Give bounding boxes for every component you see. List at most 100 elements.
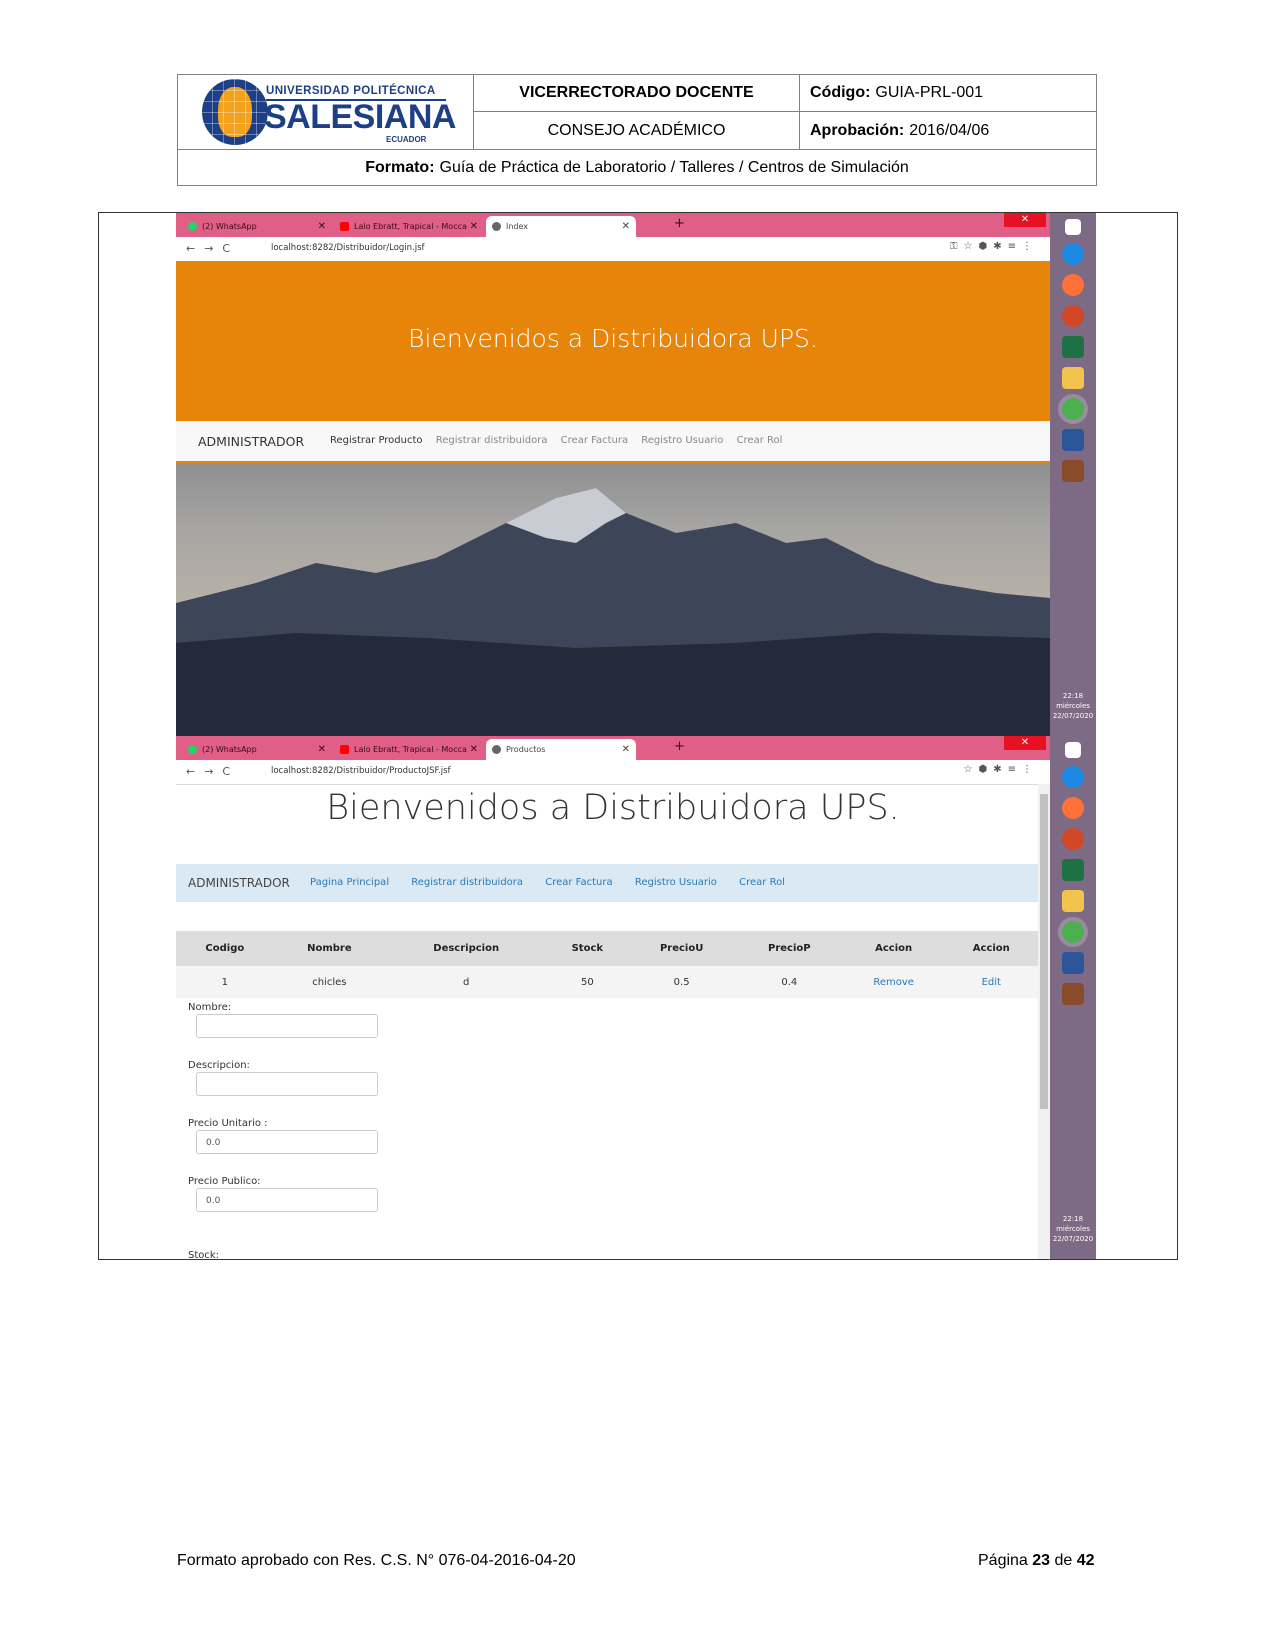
taskbar-clock[interactable]: 22:18 miércoles 22/07/2020 [1052,1214,1094,1244]
close-icon[interactable]: ✕ [318,221,326,232]
excel-icon[interactable] [1062,336,1084,358]
descripcion-input[interactable] [196,1072,378,1096]
nombre-label: Nombre: [188,1002,232,1013]
cell-nombre: chicles [273,966,386,998]
globe-emblem-icon [202,79,268,145]
tab-bar: (2) WhatsApp ✕ Lalo Ebratt, Trapical - M… [176,736,1050,760]
nav-crear-rol[interactable]: Crear Rol [737,435,783,446]
edge-icon[interactable] [1062,766,1084,788]
navbar-links: Pagina Principal Registrar distribuidora… [310,877,804,888]
edge-icon[interactable] [1062,243,1084,265]
clock-day: miércoles [1056,1225,1090,1233]
close-icon[interactable]: ✕ [622,744,630,755]
word-icon[interactable] [1062,429,1084,451]
window-close-button[interactable]: ✕ [1004,213,1046,227]
firefox-icon[interactable] [1062,274,1084,296]
youtube-icon [340,745,349,754]
logo-salesiana-text: SALESIANA [264,98,456,136]
url-text[interactable]: localhost:8282/Distribuidor/ProductoJSF.… [271,766,451,776]
document-header-table: UNIVERSIDAD POLITÉCNICA SALESIANA ECUADO… [177,74,1097,186]
new-tab-icon[interactable]: + [674,216,685,231]
app-icon[interactable] [1062,983,1084,1005]
browser-toolbar-icons[interactable]: ☆⬢✱≡⋮ [964,764,1038,775]
close-icon[interactable]: ✕ [470,221,478,232]
column-header: Stock [547,931,628,966]
nav-crear-factura[interactable]: Crear Factura [561,435,628,446]
tab-productos[interactable]: Productos ✕ [486,739,636,760]
column-header: PrecioU [627,931,736,966]
tab-label: Index [506,222,529,231]
window-close-button[interactable]: ✕ [1004,736,1046,750]
page-title: Bienvenidos a Distribuidora UPS. [326,788,900,828]
cell-preciop: 0.4 [735,966,843,998]
chrome-icon[interactable] [1062,398,1084,420]
nav-crear-rol[interactable]: Crear Rol [739,877,785,888]
navbar-brand[interactable]: ADMINISTRADOR [198,434,304,449]
mountain-silhouette [176,488,1050,736]
column-header: Descripcion [385,931,548,966]
powerpoint-icon[interactable] [1062,305,1084,327]
windows-taskbar: 22:18 miércoles 22/07/2020 [1050,736,1096,1259]
tab-whatsapp[interactable]: (2) WhatsApp ✕ [182,739,332,760]
tab-whatsapp[interactable]: (2) WhatsApp ✕ [182,216,332,237]
nav-crear-factura[interactable]: Crear Factura [545,877,612,888]
clock-time: 22:18 [1062,1215,1084,1223]
precio-publico-input[interactable]: 0.0 [196,1188,378,1212]
tab-youtube[interactable]: Lalo Ebratt, Trapical - Mocca ✕ [334,216,484,237]
navbar-brand[interactable]: ADMINISTRADOR [188,876,290,890]
chrome-icon[interactable] [1062,921,1084,943]
cell-preciou: 0.5 [627,966,736,998]
taskbar-clock[interactable]: 22:18 miércoles 22/07/2020 [1052,691,1094,721]
navigation-icons[interactable]: ←→C [186,765,239,778]
windows-taskbar: 22:18 miércoles 22/07/2020 [1050,213,1096,736]
codigo-label: Código: [810,84,871,101]
precio-unitario-input[interactable]: 0.0 [196,1130,378,1154]
powerpoint-icon[interactable] [1062,828,1084,850]
tab-label: (2) WhatsApp [202,222,257,231]
nav-registrar-producto[interactable]: Registrar Producto [330,435,423,446]
nombre-input[interactable] [196,1014,378,1038]
clock-date: 22/07/2020 [1052,712,1094,720]
file-explorer-icon[interactable] [1062,367,1084,389]
codigo-cell: Código: GUIA-PRL-001 [800,75,1096,112]
remove-link[interactable]: Remove [873,977,914,988]
windows-start-icon[interactable] [1065,219,1081,235]
close-icon[interactable]: ✕ [318,744,326,755]
formato-cell: Formato: Guía de Práctica de Laboratorio … [178,149,1096,186]
nav-registrar-distribuidora[interactable]: Registrar distribuidora [436,435,548,446]
welcome-banner: Bienvenidos a Distribuidora UPS. [176,261,1050,421]
scrollbar-thumb[interactable] [1040,794,1048,1109]
vertical-scrollbar[interactable] [1038,784,1050,1259]
tab-youtube[interactable]: Lalo Ebratt, Trapical - Mocca ✕ [334,739,484,760]
consejo-cell: CONSEJO ACADÉMICO [474,112,800,149]
browser-screenshot-login: (2) WhatsApp ✕ Lalo Ebratt, Trapical - M… [176,213,1096,736]
descripcion-label: Descripcion: [188,1060,250,1071]
browser-toolbar-icons[interactable]: ⚿☆⬢✱≡⋮ [950,241,1038,252]
edit-link[interactable]: Edit [982,977,1001,988]
firefox-icon[interactable] [1062,797,1084,819]
nav-registro-usuario[interactable]: Registro Usuario [635,877,717,888]
table-header-row: Codigo Nombre Descripcion Stock PrecioU … [176,931,1038,966]
total-pages: 42 [1076,1552,1095,1569]
excel-icon[interactable] [1062,859,1084,881]
file-explorer-icon[interactable] [1062,890,1084,912]
main-navbar: ADMINISTRADOR Registrar Producto Registr… [176,421,1050,463]
close-icon[interactable]: ✕ [622,221,630,232]
cell-stock: 50 [547,966,628,998]
nav-pagina-principal[interactable]: Pagina Principal [310,877,389,888]
close-icon[interactable]: ✕ [470,744,478,755]
app-icon[interactable] [1062,460,1084,482]
word-icon[interactable] [1062,952,1084,974]
url-text[interactable]: localhost:8282/Distribuidor/Login.jsf [271,243,425,253]
windows-start-icon[interactable] [1065,742,1081,758]
column-header: Nombre [273,931,386,966]
footer-page-number: Página 23 de 42 [978,1552,1095,1570]
column-header: PrecioP [735,931,843,966]
new-tab-icon[interactable]: + [674,739,685,754]
nav-registro-usuario[interactable]: Registro Usuario [641,435,723,446]
whatsapp-icon [188,745,197,754]
nav-registrar-distribuidora[interactable]: Registrar distribuidora [411,877,523,888]
navigation-icons[interactable]: ←→C [186,242,239,255]
tab-label: Lalo Ebratt, Trapical - Mocca [354,745,467,754]
tab-index[interactable]: Index ✕ [486,216,636,237]
